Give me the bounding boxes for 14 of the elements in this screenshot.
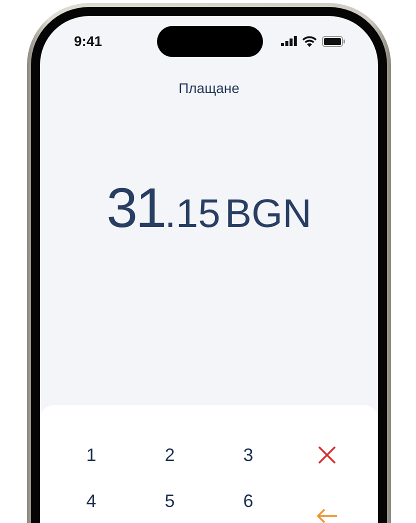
status-time: 9:41 — [74, 33, 102, 49]
signal-icon — [281, 36, 297, 46]
battery-icon — [322, 36, 346, 46]
payment-amount: 31.15 BGN — [106, 175, 312, 240]
close-icon — [316, 445, 337, 465]
left-arrow-icon — [316, 508, 338, 523]
digit-key[interactable]: 3 — [235, 440, 262, 470]
wifi-icon — [302, 36, 317, 46]
digit-key[interactable]: 6 — [235, 486, 262, 516]
digit-key[interactable]: 4 — [78, 486, 104, 516]
digit-key[interactable]: 5 — [156, 486, 183, 516]
digit-key[interactable]: 2 — [156, 440, 183, 470]
digit-key[interactable]: 1 — [78, 440, 104, 470]
screen-title: Плащане — [178, 80, 240, 96]
